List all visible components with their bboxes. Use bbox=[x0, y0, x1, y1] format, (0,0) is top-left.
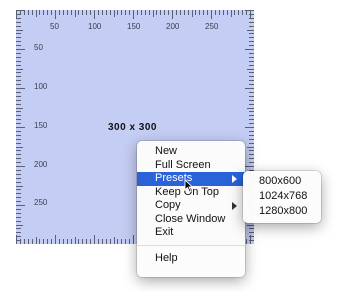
menu-item-label: Close Window bbox=[155, 212, 226, 225]
preset-label: 1024x768 bbox=[259, 190, 308, 202]
menu-item-help[interactable]: Help bbox=[137, 252, 245, 266]
size-readout: 300 x 300 bbox=[108, 122, 157, 133]
horizontal-ruler-label: 200 bbox=[166, 22, 180, 31]
horizontal-ruler-label: 250 bbox=[205, 22, 219, 31]
submenu-arrow-icon bbox=[232, 202, 237, 210]
preset-1280x800[interactable]: 1280x800 bbox=[243, 204, 321, 219]
vertical-ruler-label: 250 bbox=[34, 198, 48, 207]
horizontal-ruler-label: 150 bbox=[127, 22, 141, 31]
preset-800x600[interactable]: 800x600 bbox=[243, 174, 321, 189]
menu-item-full-screen[interactable]: Full Screen bbox=[137, 159, 245, 173]
menu-item-copy[interactable]: Copy bbox=[137, 199, 245, 213]
horizontal-ruler-label: 100 bbox=[88, 22, 102, 31]
preset-label: 800x600 bbox=[259, 175, 302, 187]
menu-item-label: Copy bbox=[155, 199, 181, 211]
preset-label: 1280x800 bbox=[259, 205, 308, 217]
vertical-ruler-label: 150 bbox=[34, 121, 48, 130]
presets-submenu: 800x600 1024x768 1280x800 bbox=[243, 171, 321, 223]
horizontal-ruler-label: 50 bbox=[50, 22, 59, 31]
vertical-ruler-label: 100 bbox=[34, 82, 48, 91]
submenu-arrow-icon bbox=[232, 175, 237, 183]
menu-item-exit[interactable]: Exit bbox=[137, 226, 245, 240]
vertical-ruler-label: 200 bbox=[34, 160, 48, 169]
menu-item-label: Help bbox=[155, 251, 178, 264]
menu-item-label: Full Screen bbox=[155, 158, 211, 171]
menu-item-label: New bbox=[155, 145, 178, 157]
menu-item-label: Exit bbox=[155, 226, 174, 238]
mouse-pointer-icon bbox=[184, 179, 194, 193]
preset-1024x768[interactable]: 1024x768 bbox=[243, 189, 321, 204]
context-menu: New Full Screen Presets Keep On Top Copy… bbox=[137, 141, 245, 277]
menu-separator bbox=[137, 244, 245, 246]
vertical-ruler-label: 50 bbox=[34, 43, 43, 52]
menu-item-new[interactable]: New bbox=[137, 145, 245, 159]
menu-item-close-window[interactable]: Close Window bbox=[137, 213, 245, 227]
